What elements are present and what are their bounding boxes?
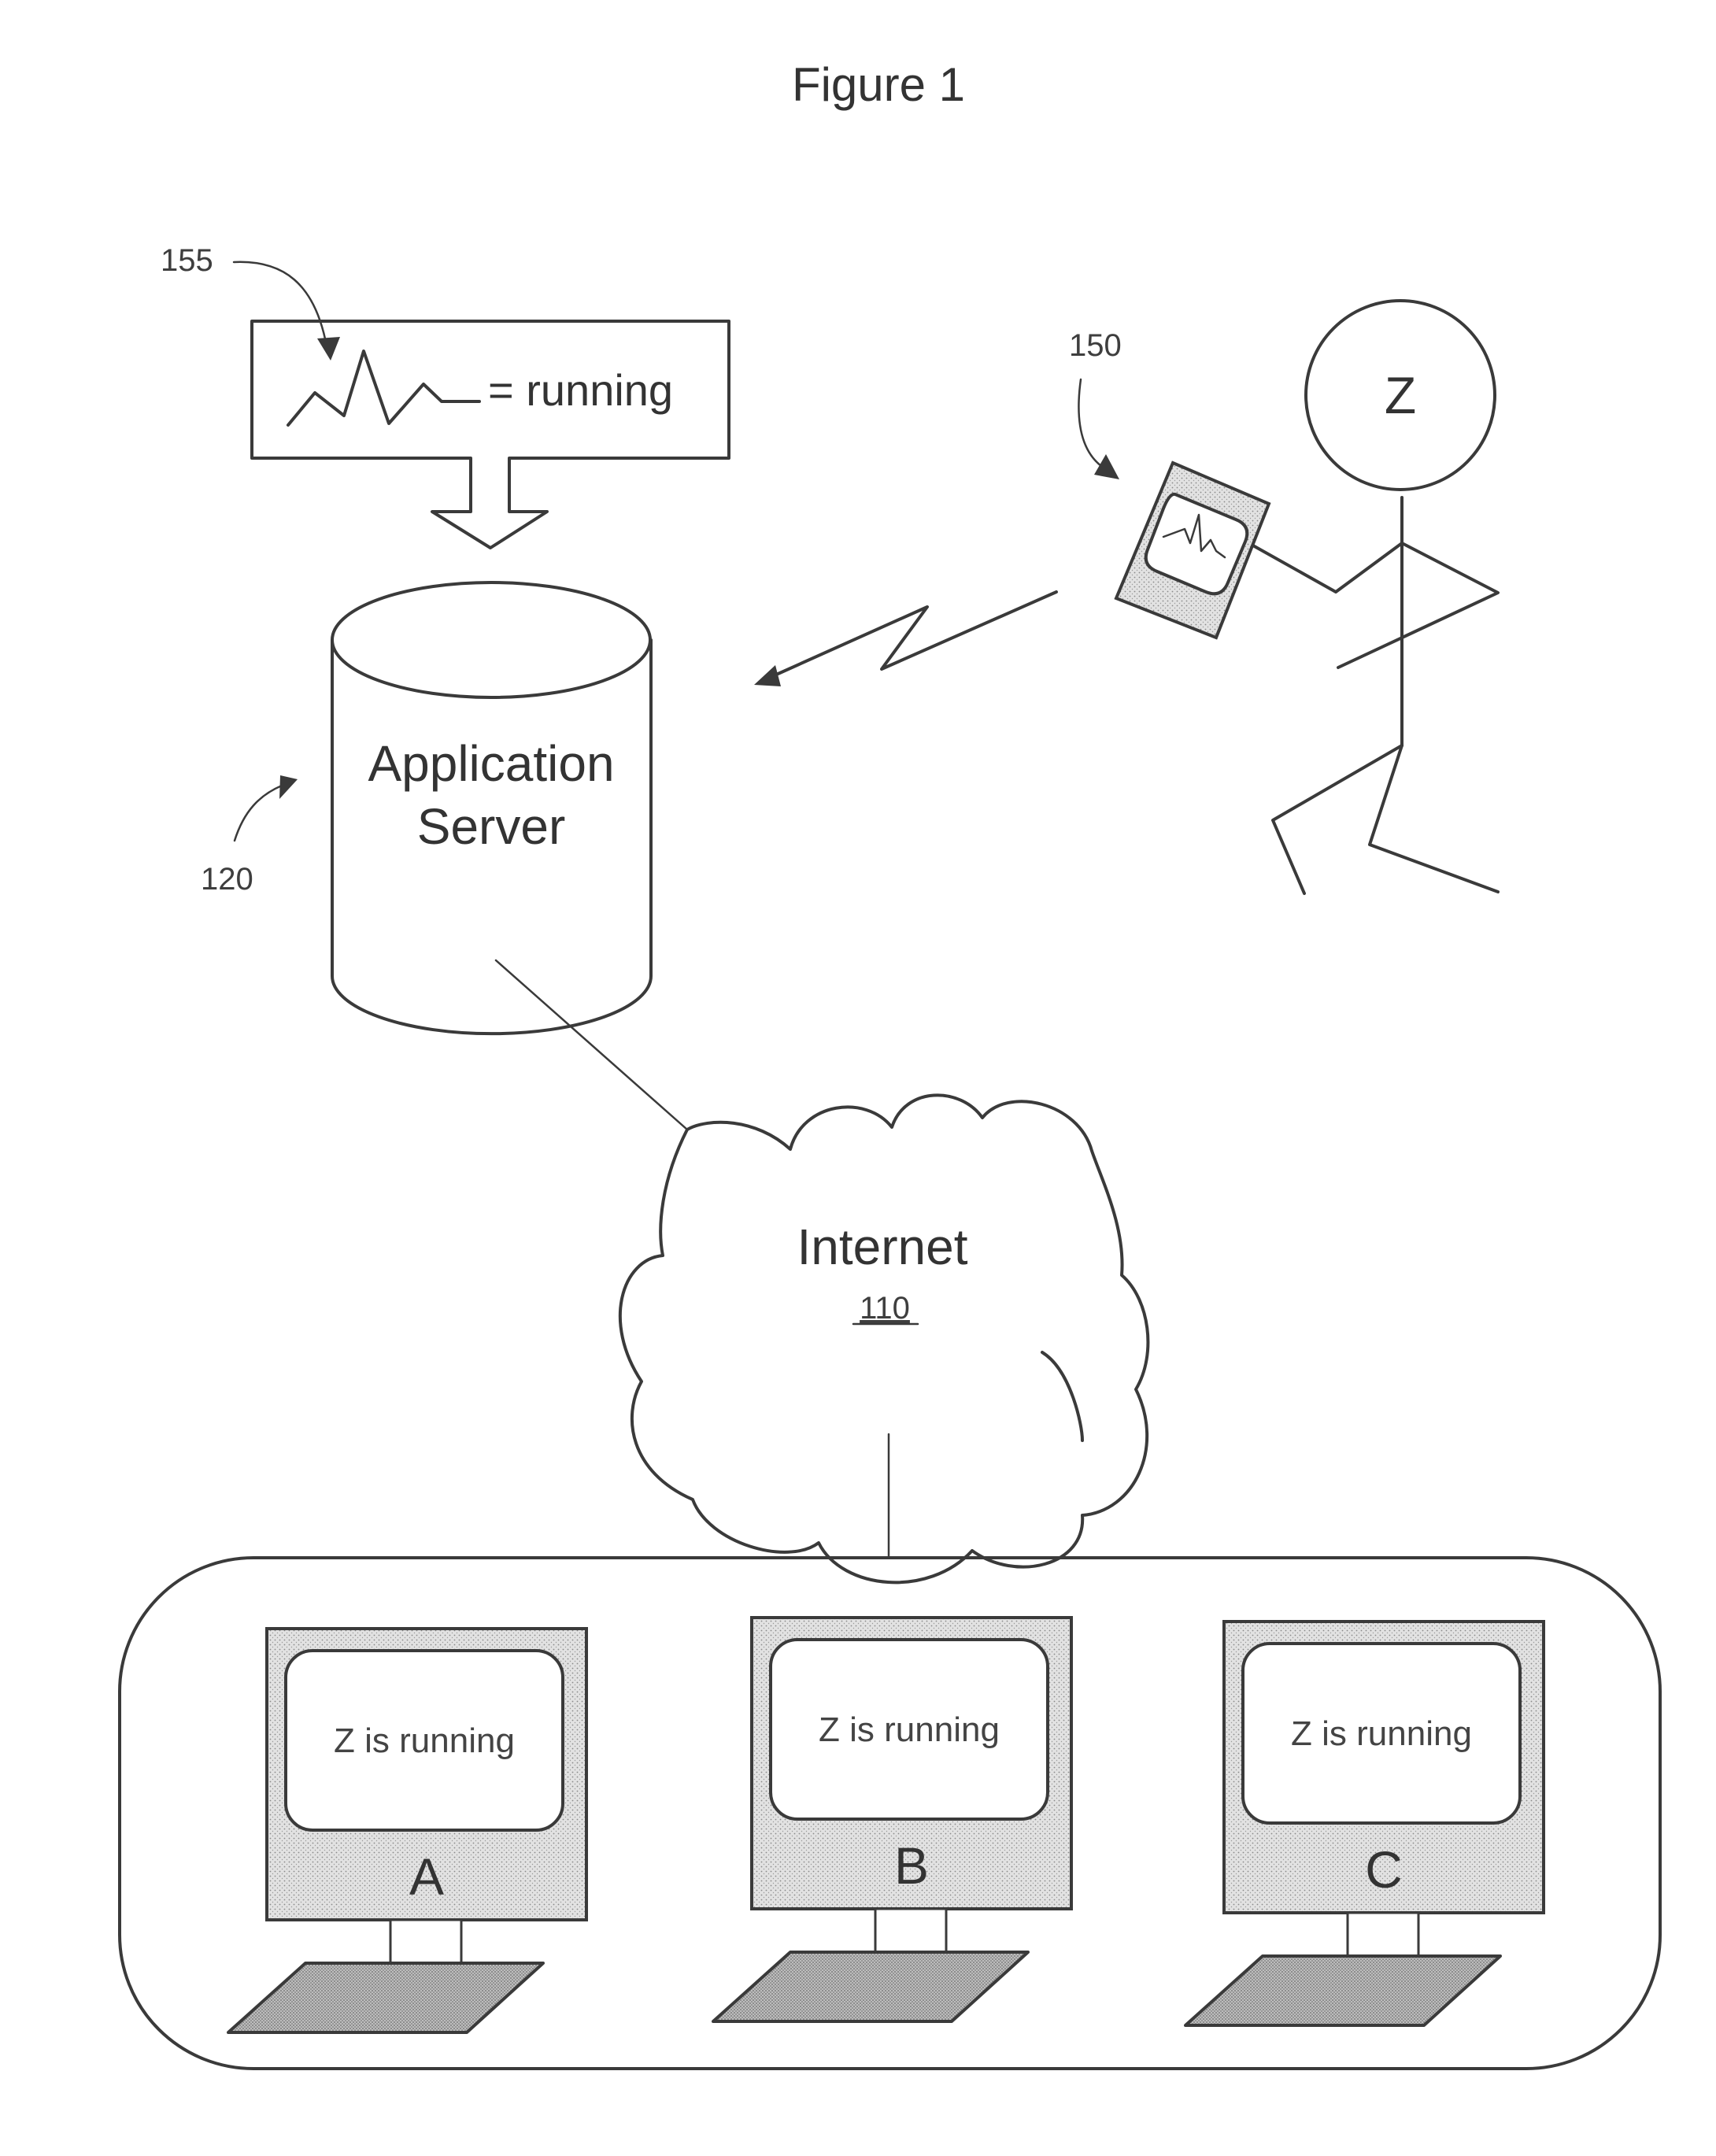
server-ref-arrow-line (233, 784, 283, 842)
lightning-arrow-icon (754, 590, 1058, 686)
computer-label: B (894, 1836, 929, 1895)
user-left-arm (1250, 542, 1403, 594)
figure-title: Figure 1 (792, 58, 965, 111)
device-ref-label: 150 (1069, 328, 1122, 363)
application-server: Application Server 120 (201, 581, 653, 1036)
user-right-arm (1337, 542, 1500, 669)
user-left-leg (1271, 744, 1403, 895)
computers-group: Z is running A Z is running B Z is running C (227, 1616, 1545, 2034)
legend-ref-arrowhead-icon (317, 337, 340, 361)
computer-label: C (1365, 1840, 1403, 1899)
legend-callout-frame (250, 320, 730, 549)
device-ref-arrowhead-icon (1094, 454, 1119, 479)
monitor-stand (389, 1918, 463, 1965)
screen-status-text: Z is running (1291, 1714, 1472, 1753)
keyboard (227, 1962, 545, 2034)
computer-c: Z is running C (1184, 1620, 1545, 2027)
internet-cloud: Internet 110 (618, 1093, 1150, 1585)
server-ref-label: 120 (201, 862, 253, 897)
computer-label: A (409, 1847, 444, 1906)
heartbeat-waveform-icon (287, 349, 481, 427)
legend-ref-arrow-line (232, 261, 328, 348)
user-right-leg (1368, 744, 1500, 893)
monitor-stand (874, 1907, 948, 1954)
cloud-inner-curve (1041, 1351, 1084, 1442)
system-diagram: Figure 1 155 = running Application Serve… (118, 58, 1662, 2070)
computer-a: Z is running A (227, 1627, 588, 2034)
server-ref-arrowhead-icon (279, 775, 298, 799)
internet-label: Internet (797, 1219, 967, 1275)
screen-status-text: Z is running (334, 1721, 515, 1760)
internet-ref-label: 110 (860, 1291, 910, 1326)
legend-text: = running (488, 365, 673, 415)
mobile-device: 150 (1069, 328, 1271, 640)
user-head-letter: Z (1385, 366, 1416, 424)
keyboard (712, 1951, 1030, 2023)
legend-ref-label: 155 (161, 243, 213, 278)
server-label-line1: Application (368, 735, 614, 792)
user-figure: Z 150 (1069, 299, 1500, 895)
legend-box: 155 = running (161, 243, 730, 549)
device-ref-arrow-line (1078, 378, 1110, 472)
cloud-shape (618, 1093, 1150, 1585)
server-cylinder-top (331, 581, 652, 699)
screen-status-text: Z is running (819, 1710, 1000, 1749)
server-label-line2: Server (417, 798, 566, 855)
computer-b: Z is running B (712, 1616, 1073, 2023)
monitor-stand (1346, 1911, 1420, 1958)
server-internet-link (494, 959, 689, 1131)
keyboard (1184, 1954, 1502, 2027)
